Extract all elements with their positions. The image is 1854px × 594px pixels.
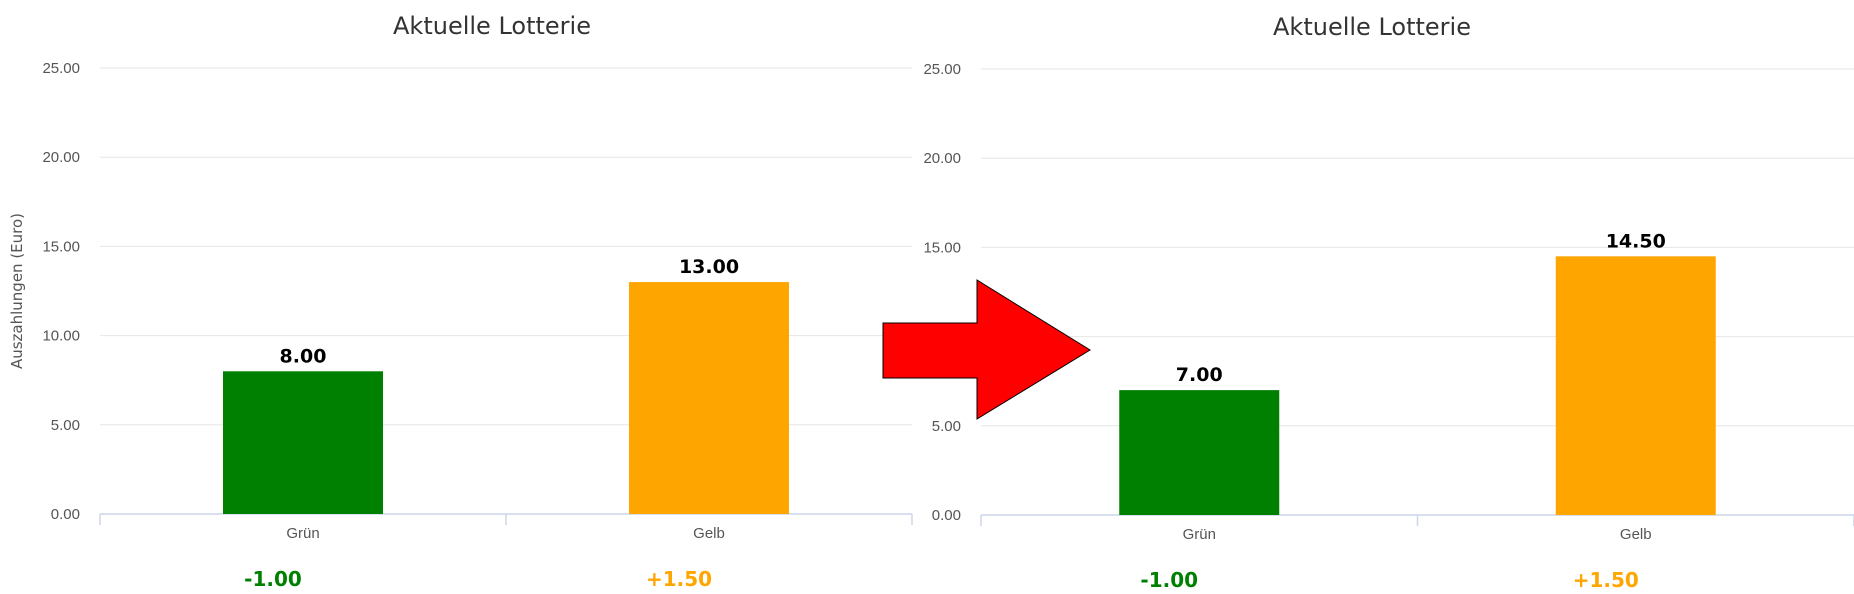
right-arrow-icon bbox=[882, 279, 1091, 420]
bar-value-label: 7.00 bbox=[1176, 364, 1223, 386]
chart-left: 0.00 5.00 10.00 15.00 20.00 25.00 Aktuelle Lot… bbox=[8, 12, 913, 591]
change-label: -1.00 bbox=[1140, 568, 1198, 592]
x-category-label: Gelb bbox=[693, 525, 725, 542]
y-tick-label: 5.00 bbox=[932, 418, 961, 435]
y-tick-label: 0.00 bbox=[932, 507, 961, 524]
y-tick-label: 5.00 bbox=[51, 417, 80, 434]
bar-value-label: 13.00 bbox=[679, 256, 739, 278]
y-tick-label: 25.00 bbox=[42, 60, 80, 77]
y-tick-label: 25.00 bbox=[923, 61, 961, 78]
x-category-label: Grün bbox=[286, 525, 319, 542]
y-tick-label: 20.00 bbox=[923, 150, 961, 167]
x-category-label: Gelb bbox=[1620, 526, 1652, 543]
y-tick-label: 10.00 bbox=[42, 328, 80, 345]
y-axis-title: Auszahlungen (Euro) bbox=[8, 213, 26, 369]
y-tick-label: 0.00 bbox=[51, 506, 80, 523]
bar-value-label: 8.00 bbox=[280, 345, 327, 367]
bar-gelb bbox=[629, 282, 789, 514]
bar-gelb bbox=[1555, 256, 1716, 515]
y-tick-label: 15.00 bbox=[42, 238, 80, 255]
x-category-label: Grün bbox=[1183, 526, 1216, 543]
bar-gruen bbox=[223, 371, 383, 514]
bar-gruen bbox=[1119, 390, 1280, 515]
change-label: +1.50 bbox=[646, 567, 712, 591]
chart-comparison: 0.00 5.00 10.00 15.00 20.00 25.00 Aktuelle Lot… bbox=[0, 0, 1854, 594]
chart-title: Aktuelle Lotterie bbox=[1273, 13, 1471, 41]
change-label: +1.50 bbox=[1573, 568, 1639, 592]
charts-canvas: 0.00 5.00 10.00 15.00 20.00 25.00 Aktuelle Lot… bbox=[8, 12, 1854, 592]
chart-right: 0.005.0010.0015.0020.0025.00Aktuelle Lot… bbox=[923, 13, 1854, 592]
chart-title: Aktuelle Lotterie bbox=[393, 12, 591, 40]
y-tick-label: 15.00 bbox=[923, 239, 961, 256]
change-label: -1.00 bbox=[244, 567, 302, 591]
y-tick-label: 20.00 bbox=[42, 149, 80, 166]
bar-value-label: 14.50 bbox=[1606, 230, 1666, 252]
